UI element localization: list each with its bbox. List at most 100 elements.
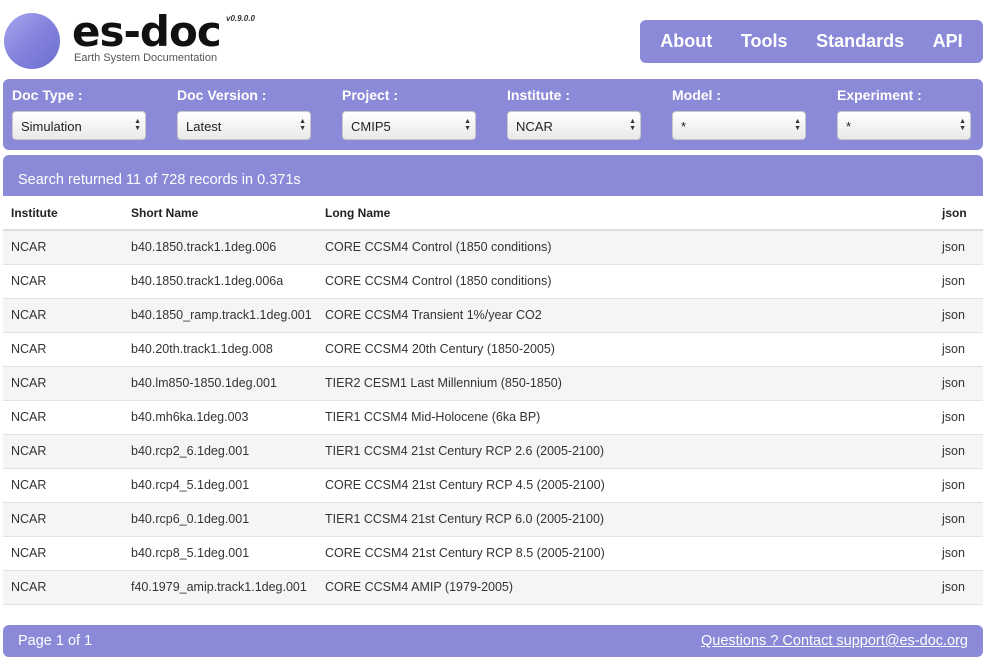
institute-cell: NCAR bbox=[3, 264, 123, 299]
filter-bar: Doc Type : Simulation ▲ ▼ Doc Version : L… bbox=[3, 79, 983, 150]
project-select[interactable]: CMIP5 ▲ ▼ bbox=[342, 111, 476, 140]
short-name-cell: f40.1979_amip.track1.1deg.001 bbox=[123, 570, 317, 605]
institute-cell: NCAR bbox=[3, 536, 123, 571]
json-link[interactable]: json bbox=[934, 332, 983, 367]
json-link[interactable]: json bbox=[934, 434, 983, 469]
updown-arrows-icon: ▲ ▼ bbox=[134, 118, 141, 132]
select-value: Simulation bbox=[21, 119, 82, 134]
json-link[interactable]: json bbox=[934, 468, 983, 503]
table-row[interactable]: NCAR b40.lm850-1850.1deg.001 TIER2 CESM1 L… bbox=[3, 366, 983, 401]
json-link[interactable]: json bbox=[934, 264, 983, 299]
table-row[interactable]: NCAR b40.mh6ka.1deg.003 TIER1 CCSM4 Mid-Ho… bbox=[3, 400, 983, 435]
short-name-cell: b40.1850.track1.1deg.006 bbox=[123, 230, 317, 265]
json-link[interactable]: json bbox=[934, 570, 983, 605]
short-name-cell: b40.1850_ramp.track1.1deg.001 bbox=[123, 298, 317, 333]
updown-arrows-icon: ▲ ▼ bbox=[464, 118, 471, 132]
doc-version-select[interactable]: Latest ▲ ▼ bbox=[177, 111, 311, 140]
select-value: * bbox=[846, 119, 852, 134]
institute-cell: NCAR bbox=[3, 400, 123, 435]
nav-item-about[interactable]: About bbox=[660, 31, 712, 52]
long-name-cell: TIER1 CCSM4 Mid-Holocene (6ka BP) bbox=[317, 400, 934, 435]
select-value: * bbox=[681, 119, 687, 134]
column-header-institute[interactable]: Institute bbox=[3, 196, 123, 231]
logo-circle-icon bbox=[4, 13, 60, 69]
long-name-cell: TIER2 CESM1 Last Millennium (850-1850) bbox=[317, 366, 934, 401]
short-name-cell: b40.lm850-1850.1deg.001 bbox=[123, 366, 317, 401]
institute-cell: NCAR bbox=[3, 366, 123, 401]
json-link[interactable]: json bbox=[934, 366, 983, 401]
search-summary: Search returned 11 of 728 records in 0.3… bbox=[18, 172, 301, 188]
nav-item-api[interactable]: API bbox=[933, 31, 963, 52]
table-header-row: Institute Short Name Long Name json bbox=[3, 196, 983, 231]
select-value: NCAR bbox=[516, 119, 553, 134]
contact-support-link[interactable]: Questions ? Contact support@es-doc.org bbox=[701, 633, 968, 649]
table-row[interactable]: NCAR b40.1850_ramp.track1.1deg.001 CORE CC… bbox=[3, 298, 983, 333]
table-row[interactable]: NCAR b40.rcp8_5.1deg.001 CORE CCSM4 21st C… bbox=[3, 536, 983, 571]
institute-cell: NCAR bbox=[3, 468, 123, 503]
results-table: Institute Short Name Long Name json NCAR… bbox=[3, 196, 983, 605]
long-name-cell: TIER1 CCSM4 21st Century RCP 6.0 (2005-2… bbox=[317, 502, 934, 537]
nav-item-standards[interactable]: Standards bbox=[816, 31, 904, 52]
long-name-cell: CORE CCSM4 AMIP (1979-2005) bbox=[317, 570, 934, 605]
updown-arrows-icon: ▲ ▼ bbox=[629, 118, 636, 132]
version-label: v0.9.0.0 bbox=[226, 14, 255, 23]
column-header-short-name[interactable]: Short Name bbox=[123, 196, 317, 231]
model-select[interactable]: * ▲ ▼ bbox=[672, 111, 806, 140]
table-row[interactable]: NCAR b40.rcp6_0.1deg.001 TIER1 CCSM4 21st … bbox=[3, 502, 983, 537]
column-header-long-name[interactable]: Long Name bbox=[317, 196, 934, 231]
table-row[interactable]: NCAR b40.1850.track1.1deg.006a CORE CCSM4 … bbox=[3, 264, 983, 299]
select-value: CMIP5 bbox=[351, 119, 391, 134]
table-row[interactable]: NCAR b40.20th.track1.1deg.008 CORE CCSM4 2… bbox=[3, 332, 983, 367]
doc-type-select[interactable]: Simulation ▲ ▼ bbox=[12, 111, 146, 140]
page-indicator: Page 1 of 1 bbox=[18, 633, 93, 649]
json-link[interactable]: json bbox=[934, 230, 983, 265]
institute-cell: NCAR bbox=[3, 434, 123, 469]
updown-arrows-icon: ▲ ▼ bbox=[299, 118, 306, 132]
json-link[interactable]: json bbox=[934, 502, 983, 537]
search-summary-bar: Search returned 11 of 728 records in 0.3… bbox=[3, 155, 983, 196]
long-name-cell: CORE CCSM4 21st Century RCP 4.5 (2005-21… bbox=[317, 468, 934, 503]
nav-item-tools[interactable]: Tools bbox=[741, 31, 788, 52]
filter-label: Model : bbox=[672, 87, 721, 103]
long-name-cell: CORE CCSM4 Control (1850 conditions) bbox=[317, 230, 934, 265]
short-name-cell: b40.20th.track1.1deg.008 bbox=[123, 332, 317, 367]
short-name-cell: b40.rcp6_0.1deg.001 bbox=[123, 502, 317, 537]
updown-arrows-icon: ▲ ▼ bbox=[794, 118, 801, 132]
filter-label: Project : bbox=[342, 87, 399, 103]
long-name-cell: CORE CCSM4 21st Century RCP 8.5 (2005-21… bbox=[317, 536, 934, 571]
column-header-json: json bbox=[934, 196, 983, 231]
json-link[interactable]: json bbox=[934, 536, 983, 571]
long-name-cell: TIER1 CCSM4 21st Century RCP 2.6 (2005-2… bbox=[317, 434, 934, 469]
institute-cell: NCAR bbox=[3, 230, 123, 265]
short-name-cell: b40.mh6ka.1deg.003 bbox=[123, 400, 317, 435]
filter-label: Doc Type : bbox=[12, 87, 83, 103]
filter-label: Institute : bbox=[507, 87, 570, 103]
institute-cell: NCAR bbox=[3, 298, 123, 333]
logo-subtitle: Earth System Documentation bbox=[74, 52, 218, 64]
table-row[interactable]: NCAR f40.1979_amip.track1.1deg.001 CORE CC… bbox=[3, 570, 983, 605]
top-nav: About Tools Standards API bbox=[640, 20, 983, 63]
table-row[interactable]: NCAR b40.1850.track1.1deg.006 CORE CCSM4 C… bbox=[3, 230, 983, 265]
footer-bar: Page 1 of 1 Questions ? Contact support@… bbox=[3, 625, 983, 657]
updown-arrows-icon: ▲ ▼ bbox=[959, 118, 966, 132]
institute-cell: NCAR bbox=[3, 502, 123, 537]
institute-select[interactable]: NCAR ▲ ▼ bbox=[507, 111, 641, 140]
short-name-cell: b40.rcp8_5.1deg.001 bbox=[123, 536, 317, 571]
short-name-cell: b40.rcp2_6.1deg.001 bbox=[123, 434, 317, 469]
institute-cell: NCAR bbox=[3, 332, 123, 367]
json-link[interactable]: json bbox=[934, 298, 983, 333]
select-value: Latest bbox=[186, 119, 222, 134]
short-name-cell: b40.1850.track1.1deg.006a bbox=[123, 264, 317, 299]
table-row[interactable]: NCAR b40.rcp2_6.1deg.001 TIER1 CCSM4 21st … bbox=[3, 434, 983, 469]
long-name-cell: CORE CCSM4 Transient 1%/year CO2 bbox=[317, 298, 934, 333]
long-name-cell: CORE CCSM4 20th Century (1850-2005) bbox=[317, 332, 934, 367]
short-name-cell: b40.rcp4_5.1deg.001 bbox=[123, 468, 317, 503]
json-link[interactable]: json bbox=[934, 400, 983, 435]
logo-title[interactable]: es-doc bbox=[72, 6, 222, 58]
experiment-select[interactable]: * ▲ ▼ bbox=[837, 111, 971, 140]
long-name-cell: CORE CCSM4 Control (1850 conditions) bbox=[317, 264, 934, 299]
table-row[interactable]: NCAR b40.rcp4_5.1deg.001 CORE CCSM4 21st C… bbox=[3, 468, 983, 503]
filter-label: Experiment : bbox=[837, 87, 922, 103]
institute-cell: NCAR bbox=[3, 570, 123, 605]
filter-label: Doc Version : bbox=[177, 87, 267, 103]
